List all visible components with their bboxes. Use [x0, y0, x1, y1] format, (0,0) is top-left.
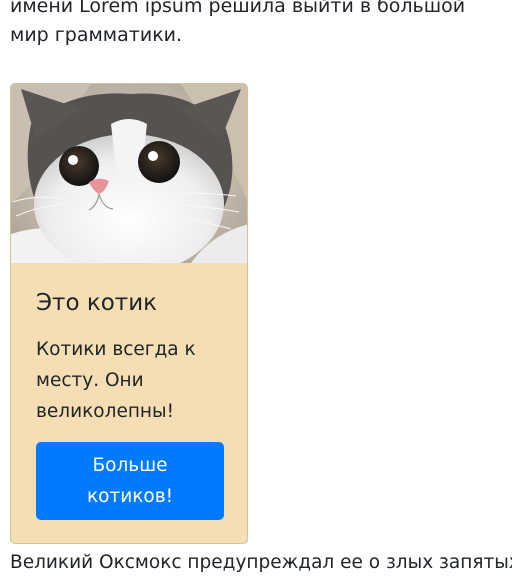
cat-card: Это котик Котики всегда к месту. Они вел… — [10, 83, 248, 544]
card-title: Это котик — [36, 290, 158, 316]
cat-image — [11, 84, 247, 263]
more-cats-button[interactable]: Больше котиков! — [36, 442, 224, 520]
card-text: Котики всегда к месту. Они великолепны! — [36, 339, 196, 422]
paragraph-bottom: Великий Оксмокс предупреждал ее о злых з… — [10, 552, 512, 573]
paragraph-top: имени Lorem ipsum решила выйти в большой… — [10, 0, 466, 46]
